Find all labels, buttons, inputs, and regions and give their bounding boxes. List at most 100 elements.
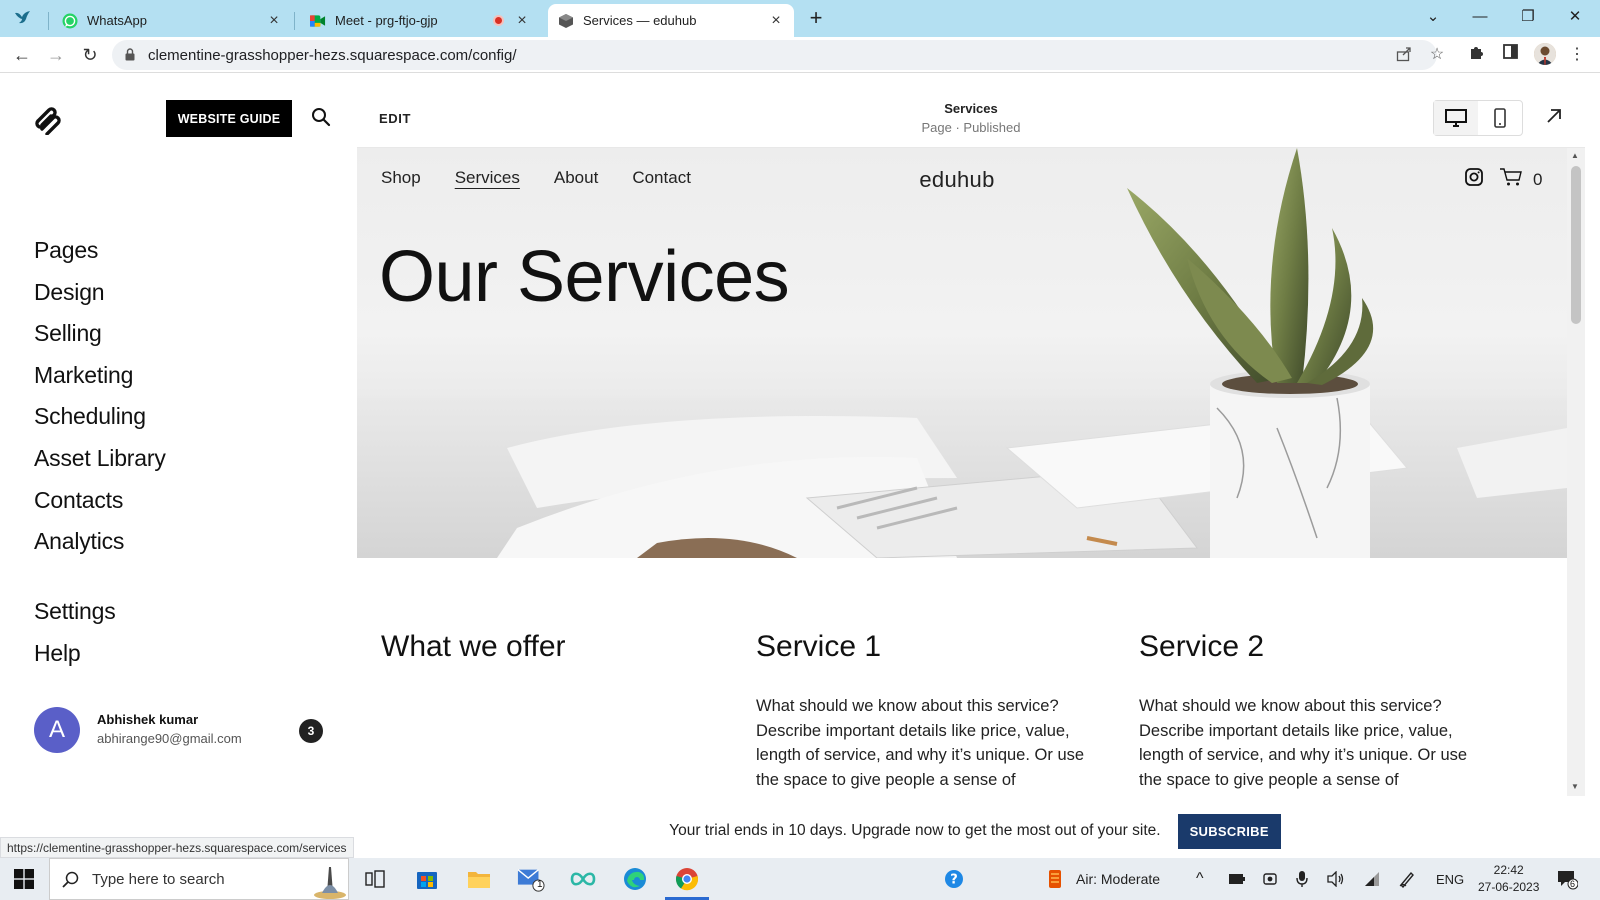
tab-close-icon[interactable]: × <box>266 12 282 29</box>
hero-title: Our Services <box>379 237 790 317</box>
weather-widget[interactable]: Air: Moderate <box>1046 858 1160 900</box>
bookmark-star-icon[interactable]: ☆ <box>1428 46 1446 64</box>
tab-search-button[interactable]: ⌄ <box>1421 6 1445 28</box>
microsoft-store-icon[interactable] <box>413 865 441 893</box>
sidebar-item-scheduling[interactable]: Scheduling <box>34 400 166 442</box>
mail-icon[interactable]: 1 <box>517 865 545 893</box>
browser-tab-strip: WhatsApp × Meet - prg-ftjo-gjp × Service… <box>0 0 1600 37</box>
tab-whatsapp[interactable]: WhatsApp × <box>52 4 292 37</box>
tray-chevron-icon[interactable]: ^ <box>1196 858 1204 900</box>
open-external-icon[interactable] <box>1545 107 1567 129</box>
site-preview: Shop Services About Contact eduhub 0 Our… <box>357 148 1567 796</box>
scrollbar-thumb[interactable] <box>1571 166 1581 324</box>
help-icon[interactable]: ? <box>944 858 964 900</box>
side-panel-icon[interactable] <box>1499 44 1521 66</box>
new-tab-button[interactable]: + <box>805 7 827 30</box>
close-window-button[interactable]: ✕ <box>1563 6 1587 28</box>
lock-icon[interactable] <box>125 48 135 66</box>
back-arrow-icon[interactable]: ← <box>10 43 34 67</box>
user-email: abhirange90@gmail.com <box>97 731 242 746</box>
site-logo-text[interactable]: eduhub <box>919 167 994 192</box>
section-heading: What we offer <box>381 630 566 663</box>
account-menu[interactable]: A Abhishek kumar abhirange90@gmail.com 3 <box>34 707 324 753</box>
tab-close-icon[interactable]: × <box>514 12 530 29</box>
infinity-app-icon[interactable] <box>569 865 597 893</box>
forward-arrow-icon[interactable]: → <box>44 43 68 67</box>
squarespace-cube-icon <box>558 13 574 29</box>
cart-count[interactable]: 0 <box>1533 170 1542 190</box>
profile-avatar[interactable] <box>1534 43 1556 65</box>
avatar[interactable]: A <box>34 707 80 753</box>
tab-label: Meet - prg-ftjo-gjp <box>335 13 438 28</box>
service-card-1: Service 1 What should we know about this… <box>756 630 1106 792</box>
chrome-menu-icon[interactable]: ⋮ <box>1566 44 1588 66</box>
address-bar[interactable]: clementine-grasshopper-hezs.squarespace.… <box>112 40 1444 70</box>
squarespace-logo-icon[interactable] <box>32 103 64 136</box>
language-indicator[interactable]: ENG <box>1436 858 1464 900</box>
site-header-icons: 0 <box>1465 167 1542 192</box>
camera-icon[interactable] <box>1262 858 1278 900</box>
air-quality-icon <box>1049 870 1061 888</box>
mobile-view-icon[interactable] <box>1478 101 1522 135</box>
chrome-browser-icon[interactable] <box>665 865 709 900</box>
task-view-icon[interactable] <box>361 865 389 893</box>
mail-badge: 1 <box>537 879 543 890</box>
pen-icon[interactable] <box>1398 858 1416 900</box>
sidebar-item-settings[interactable]: Settings <box>34 595 116 637</box>
edge-browser-icon[interactable] <box>621 865 649 893</box>
sidebar-item-selling[interactable]: Selling <box>34 317 166 359</box>
service-title: Service 1 <box>756 630 882 663</box>
pinned-tab-bird-icon[interactable] <box>10 8 36 28</box>
sidebar-item-analytics[interactable]: Analytics <box>34 525 166 567</box>
browser-toolbar: ← → ↻ clementine-grasshopper-hezs.square… <box>0 37 1600 73</box>
tab-separator <box>294 12 295 30</box>
windows-start-icon[interactable] <box>14 869 34 889</box>
tab-close-icon[interactable]: × <box>768 12 784 29</box>
scroll-down-arrow-icon[interactable]: ▼ <box>1571 782 1579 791</box>
page-editor: EDIT Services Page · Published Shop Serv… <box>357 91 1585 796</box>
subscribe-button[interactable]: SUBSCRIBE <box>1177 813 1281 849</box>
cart-icon[interactable] <box>1499 167 1523 192</box>
taskbar-search[interactable]: Type here to search <box>49 858 349 900</box>
search-icon <box>62 871 80 894</box>
editor-toolbar: EDIT Services Page · Published <box>357 91 1585 148</box>
file-explorer-icon[interactable] <box>465 865 493 893</box>
microphone-icon[interactable] <box>1296 858 1308 900</box>
taskbar-clock[interactable]: 22:42 27-06-2023 <box>1478 862 1539 896</box>
reload-icon[interactable]: ↻ <box>78 43 102 67</box>
sidebar-item-pages[interactable]: Pages <box>34 234 166 276</box>
page-status: Page · Published <box>921 120 1021 135</box>
service-description: What should we know about this service? … <box>1139 697 1468 789</box>
link-status-bar: https://clementine-grasshopper-hezs.squa… <box>0 837 354 858</box>
notification-count: 6 <box>1570 879 1576 889</box>
sidebar-secondary-nav: Settings Help <box>34 595 116 678</box>
minimize-button[interactable]: — <box>1468 6 1492 28</box>
service-title: Service 2 <box>1139 630 1265 663</box>
tab-services-eduhub[interactable]: Services — eduhub × <box>548 4 794 37</box>
sidebar-item-marketing[interactable]: Marketing <box>34 359 166 401</box>
restore-button[interactable]: ❐ <box>1516 6 1540 28</box>
scroll-up-arrow-icon[interactable]: ▲ <box>1571 151 1579 160</box>
sidebar-main-nav: Pages Design Selling Marketing Schedulin… <box>34 234 166 567</box>
search-placeholder: Type here to search <box>92 871 225 888</box>
url-text[interactable]: clementine-grasshopper-hezs.squarespace.… <box>148 47 517 64</box>
volume-icon[interactable] <box>1327 858 1345 900</box>
sidebar-item-help[interactable]: Help <box>34 637 116 679</box>
preview-scrollbar[interactable]: ▲ ▼ <box>1567 148 1585 796</box>
website-guide-button[interactable]: WEBSITE GUIDE <box>166 100 292 137</box>
page-title: Services <box>944 101 998 116</box>
tab-meet[interactable]: Meet - prg-ftjo-gjp × <box>300 4 540 37</box>
instagram-icon[interactable] <box>1465 168 1483 191</box>
sidebar-item-asset-library[interactable]: Asset Library <box>34 442 166 484</box>
notification-center-icon[interactable]: 6 <box>1556 858 1578 900</box>
extensions-puzzle-icon[interactable] <box>1466 44 1488 66</box>
desktop-view-icon[interactable] <box>1434 101 1478 135</box>
search-icon[interactable] <box>311 107 333 129</box>
wifi-icon[interactable] <box>1363 858 1381 900</box>
battery-icon[interactable] <box>1228 858 1246 900</box>
sidebar-item-contacts[interactable]: Contacts <box>34 484 166 526</box>
notifications-badge[interactable]: 3 <box>299 719 323 743</box>
site-logo: eduhub <box>357 167 1567 193</box>
share-icon[interactable] <box>1395 46 1413 64</box>
sidebar-item-design[interactable]: Design <box>34 276 166 318</box>
